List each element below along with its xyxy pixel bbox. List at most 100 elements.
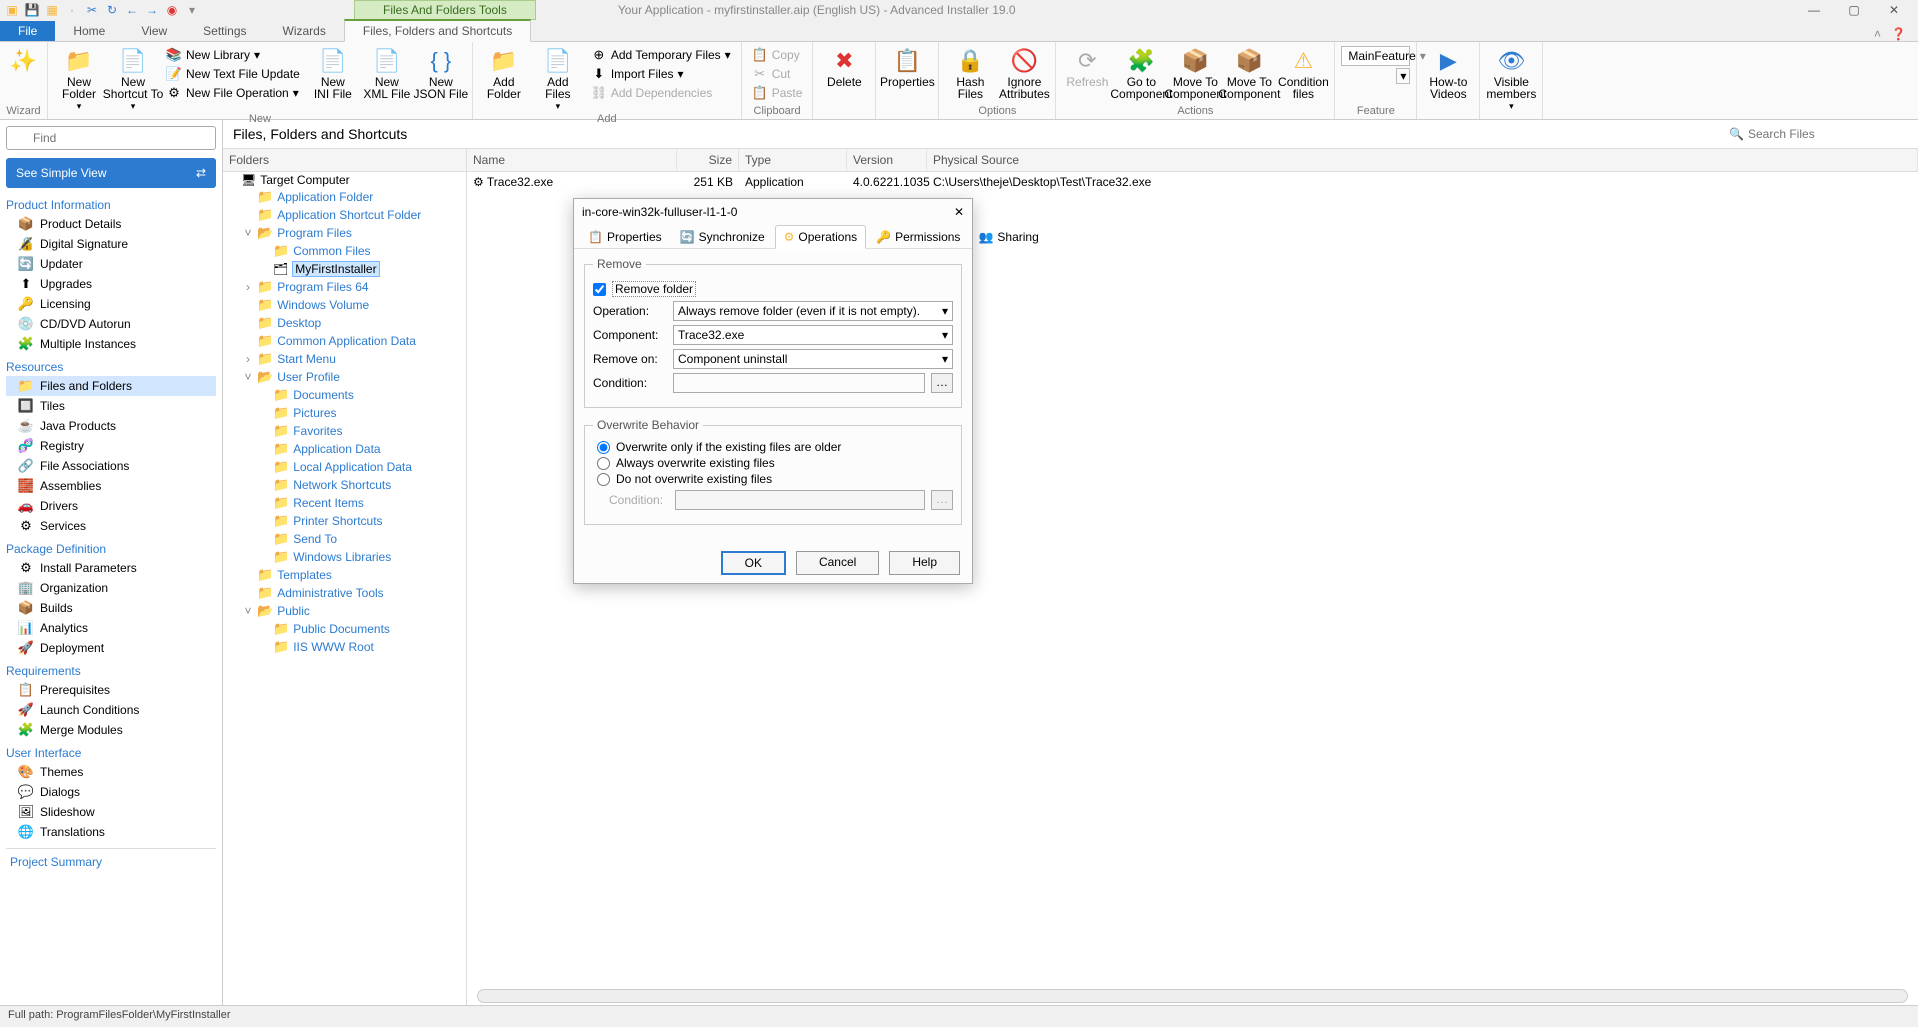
project-summary-link[interactable]: Project Summary bbox=[6, 848, 216, 875]
find-input[interactable] bbox=[6, 126, 216, 150]
feature-menu-icon[interactable]: ▾ bbox=[1396, 68, 1410, 84]
tree-templates[interactable]: 📁Templates bbox=[239, 566, 466, 584]
nav-item[interactable]: 🧩Merge Modules bbox=[6, 720, 216, 740]
minimize-icon[interactable]: — bbox=[1806, 3, 1822, 17]
tree-winvol[interactable]: 📁Windows Volume bbox=[239, 296, 466, 314]
new-folder-button[interactable]: 📁New Folder▾ bbox=[54, 44, 104, 112]
nav-item[interactable]: ⬆Upgrades bbox=[6, 274, 216, 294]
condition-browse-button[interactable]: … bbox=[931, 373, 953, 393]
tab-file[interactable]: File bbox=[0, 21, 55, 41]
tree-program-files[interactable]: ˅📂Program Files bbox=[239, 224, 466, 242]
tree-node[interactable]: 📁Network Shortcuts bbox=[255, 476, 466, 494]
tab-home[interactable]: Home bbox=[55, 21, 123, 41]
nav-item[interactable]: 🔲Tiles bbox=[6, 396, 216, 416]
movefrom-component-button[interactable]: 📦Move To Component bbox=[1224, 44, 1274, 100]
nav-item[interactable]: 🔑Licensing bbox=[6, 294, 216, 314]
qat-icon-1[interactable]: ▣ bbox=[4, 2, 20, 18]
col-size[interactable]: Size bbox=[677, 149, 739, 171]
add-folder-button[interactable]: 📁Add Folder bbox=[479, 44, 529, 100]
qat-icon-4[interactable]: ✂ bbox=[84, 2, 100, 18]
add-dependencies-button[interactable]: ⛓Add Dependencies bbox=[587, 84, 735, 102]
chevron-right-icon[interactable]: › bbox=[243, 352, 253, 366]
tree-admin-tools[interactable]: 📁Administrative Tools bbox=[239, 584, 466, 602]
tab-wizards[interactable]: Wizards bbox=[265, 21, 344, 41]
simple-view-button[interactable]: See Simple View ⇄ bbox=[6, 158, 216, 188]
col-type[interactable]: Type bbox=[739, 149, 847, 171]
tree-node[interactable]: 📁Application Data bbox=[255, 440, 466, 458]
nav-item[interactable]: 🧩Multiple Instances bbox=[6, 334, 216, 354]
tree-app-folder[interactable]: 📁Application Folder bbox=[239, 188, 466, 206]
tree-pub-docs[interactable]: 📁Public Documents bbox=[255, 620, 466, 638]
tree-public[interactable]: ˅📂Public bbox=[239, 602, 466, 620]
ribbon-collapse-icon[interactable]: ˄ bbox=[1874, 27, 1881, 41]
tree-node[interactable]: 📁Favorites bbox=[255, 422, 466, 440]
tree-node[interactable]: 📁Windows Libraries bbox=[255, 548, 466, 566]
search-files-input[interactable] bbox=[1748, 127, 1908, 141]
tab-files-folders-shortcuts[interactable]: Files, Folders and Shortcuts bbox=[344, 19, 531, 42]
removeon-select[interactable]: Component uninstall▾ bbox=[673, 349, 953, 369]
new-text-update-button[interactable]: 📝New Text File Update bbox=[162, 65, 304, 83]
condition-files-button[interactable]: ⚠Condition files bbox=[1278, 44, 1328, 100]
nav-item[interactable]: ⚙Install Parameters bbox=[6, 558, 216, 578]
nav-item[interactable]: ☕Java Products bbox=[6, 416, 216, 436]
dlg-tab-permissions[interactable]: 🔑Permissions bbox=[868, 225, 968, 248]
nav-item[interactable]: 💬Dialogs bbox=[6, 782, 216, 802]
overwrite-older-radio[interactable] bbox=[597, 441, 610, 454]
nav-item[interactable]: 🔄Updater bbox=[6, 254, 216, 274]
dlg-tab-operations[interactable]: ⚙Operations bbox=[775, 225, 866, 249]
nav-item[interactable]: 🚗Drivers bbox=[6, 496, 216, 516]
new-file-operation-button[interactable]: ⚙New File Operation ▾ bbox=[162, 84, 304, 102]
tab-view[interactable]: View bbox=[123, 21, 185, 41]
dialog-close-icon[interactable]: ✕ bbox=[954, 205, 964, 219]
nav-item[interactable]: 🌐Translations bbox=[6, 822, 216, 842]
list-row[interactable]: ⚙ Trace32.exe 251 KB Application 4.0.622… bbox=[467, 172, 1918, 192]
col-version[interactable]: Version bbox=[847, 149, 927, 171]
tab-settings[interactable]: Settings bbox=[185, 21, 264, 41]
nav-item[interactable]: 📋Prerequisites bbox=[6, 680, 216, 700]
condition-input[interactable] bbox=[673, 373, 925, 393]
nav-item[interactable]: 🔗File Associations bbox=[6, 456, 216, 476]
wizard-button[interactable]: ✨ bbox=[6, 44, 41, 76]
back-icon[interactable]: ← bbox=[124, 2, 140, 18]
tree-start-menu[interactable]: ›📁Start Menu bbox=[239, 350, 466, 368]
chevron-down-icon[interactable]: ˅ bbox=[243, 370, 253, 384]
dlg-tab-sharing[interactable]: 👥Sharing bbox=[970, 225, 1046, 248]
goto-component-button[interactable]: 🧩Go to Component bbox=[1116, 44, 1166, 100]
nav-item[interactable]: 📁Files and Folders bbox=[6, 376, 216, 396]
maximize-icon[interactable]: ▢ bbox=[1846, 3, 1862, 17]
visible-members-button[interactable]: 👁Visible members▾ bbox=[1486, 44, 1536, 112]
qat-icon-3[interactable]: ▦ bbox=[44, 2, 60, 18]
nav-item[interactable]: 📦Builds bbox=[6, 598, 216, 618]
overwrite-always-radio[interactable] bbox=[597, 457, 610, 470]
add-files-button[interactable]: 📄Add Files▾ bbox=[533, 44, 583, 112]
tree-app-shortcut[interactable]: 📁Application Shortcut Folder bbox=[239, 206, 466, 224]
new-ini-button[interactable]: 📄New INI File bbox=[308, 44, 358, 100]
ok-button[interactable]: OK bbox=[721, 551, 786, 575]
col-source[interactable]: Physical Source bbox=[927, 149, 1918, 171]
nav-item[interactable]: 🏢Organization bbox=[6, 578, 216, 598]
import-files-button[interactable]: ⬇Import Files ▾ bbox=[587, 65, 735, 83]
help-button[interactable]: Help bbox=[889, 551, 960, 575]
dlg-tab-properties[interactable]: 📋Properties bbox=[580, 225, 670, 248]
add-temp-files-button[interactable]: ⊕Add Temporary Files ▾ bbox=[587, 46, 735, 64]
chevron-down-icon[interactable]: ˅ bbox=[243, 604, 253, 618]
new-json-button[interactable]: { }New JSON File bbox=[416, 44, 466, 100]
new-shortcut-button[interactable]: 📄New Shortcut To▾ bbox=[108, 44, 158, 112]
paste-button[interactable]: 📋Paste bbox=[748, 84, 807, 102]
qat-dropdown-icon[interactable]: ▾ bbox=[184, 2, 200, 18]
tree-desktop[interactable]: 📁Desktop bbox=[239, 314, 466, 332]
nav-item[interactable]: 🧱Assemblies bbox=[6, 476, 216, 496]
copy-button[interactable]: 📋Copy bbox=[748, 46, 807, 64]
nav-item[interactable]: 📊Analytics bbox=[6, 618, 216, 638]
chevron-right-icon[interactable]: › bbox=[243, 280, 253, 294]
tree-pf64[interactable]: ›📁Program Files 64 bbox=[239, 278, 466, 296]
howto-videos-button[interactable]: ▶How-to Videos bbox=[1423, 44, 1473, 100]
nav-item[interactable]: 💿CD/DVD Autorun bbox=[6, 314, 216, 334]
cancel-button[interactable]: Cancel bbox=[796, 551, 879, 575]
hash-files-button[interactable]: 🔒Hash Files bbox=[945, 44, 995, 100]
tree-node[interactable]: 📁Local Application Data bbox=[255, 458, 466, 476]
refresh-button[interactable]: ⟳Refresh bbox=[1062, 44, 1112, 88]
nav-item[interactable]: 🔏Digital Signature bbox=[6, 234, 216, 254]
dlg-tab-synchronize[interactable]: 🔄Synchronize bbox=[672, 225, 773, 248]
qat-icon-5[interactable]: ↻ bbox=[104, 2, 120, 18]
